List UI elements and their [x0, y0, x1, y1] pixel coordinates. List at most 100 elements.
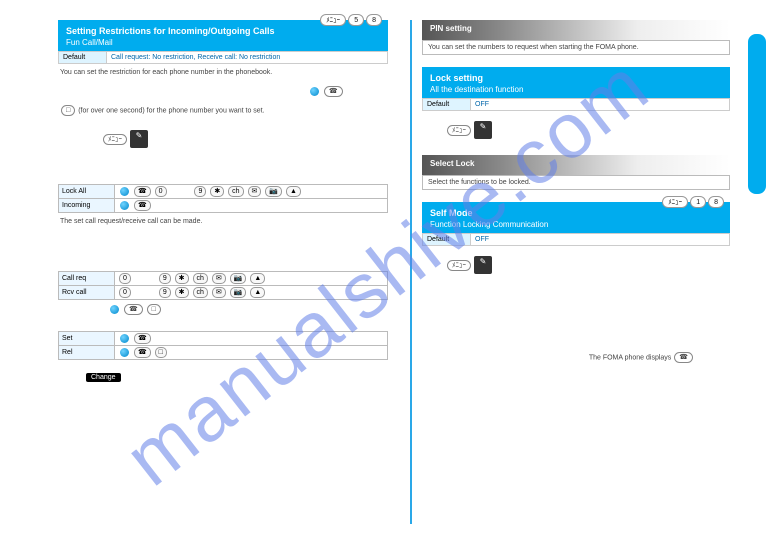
default-bar-1: Default Call request: No restriction, Re… [58, 51, 388, 64]
grad-header-2: Select Lock [422, 155, 730, 175]
step-1-line: □ (for over one second) for the phone nu… [58, 101, 388, 120]
key-pill-8: 8 [708, 196, 724, 208]
t1-r1-icons: ☎ 0 9 ✱ ch ✉ 📷 ▲ [115, 185, 388, 199]
key-9-icon: 9 [159, 273, 171, 284]
t1-r2-label: Incoming [59, 199, 115, 213]
line2: ☎ □ [58, 300, 388, 319]
table-3: Set ☎ Rel ☎ □ [58, 331, 388, 360]
left-header-1: ﾒﾆｭｰ 5 8 Setting Restrictions for Incomi… [58, 20, 388, 51]
header-sub: Fun Call/Mail [66, 38, 380, 47]
phone-icon: ☎ [134, 347, 151, 358]
desc-box-2: Select the functions to be locked. [422, 175, 730, 190]
phone-icon: ☎ [134, 333, 151, 344]
clear-icon: ch [193, 287, 208, 298]
key-0-icon: 0 [155, 186, 167, 197]
phone-icon: ☎ [134, 200, 151, 211]
key-9-icon: 9 [194, 186, 206, 197]
note-1: The set call request/receive call can be… [58, 213, 388, 231]
default-bar-2: Default OFF [422, 98, 730, 111]
up-icon: ▲ [250, 273, 265, 284]
step-2: ﾒﾆｭｰ [58, 126, 388, 152]
key-pill-1: 1 [690, 196, 706, 208]
body-text-1: You can set the restriction for each pho… [58, 64, 388, 82]
star-icon: ✱ [210, 186, 224, 197]
header-title: Self Mode [430, 208, 722, 218]
step-r3: ﾒﾆｭｰ [422, 252, 730, 278]
desc-box-1: You can set the numbers to request when … [422, 40, 730, 55]
t1-r1-label: Lock All [59, 185, 115, 199]
phone-icon: ☎ [134, 186, 151, 197]
settings-icon [474, 256, 492, 274]
key-icon: ☎ [124, 304, 143, 315]
header-title: Setting Restrictions for Incoming/Outgoi… [66, 26, 380, 36]
mail-icon: ✉ [248, 186, 262, 197]
phone-icon: ☎ [674, 352, 693, 363]
camera-icon: 📷 [230, 287, 247, 298]
key-icon: □ [155, 347, 167, 358]
t3-r1-icons: ☎ [115, 332, 388, 346]
menu-key-icon: ﾒﾆｭｰ [447, 260, 471, 271]
key-icon: □ [147, 304, 161, 315]
t1-r2-icons: ☎ [115, 199, 388, 213]
menu-key-icon: ﾒﾆｭｰ [103, 134, 127, 145]
bottom-line: The FOMA phone displays ☎ [422, 348, 730, 367]
key-pill-8: 8 [366, 14, 382, 26]
star-icon: ✱ [175, 273, 189, 284]
circle-icon [120, 348, 129, 357]
t3-r2-icons: ☎ □ [115, 346, 388, 360]
mail-icon: ✉ [212, 273, 226, 284]
column-divider [410, 20, 412, 524]
step-1: ☎ [58, 82, 388, 101]
header-sub: Function Locking Communication [430, 220, 722, 229]
t2-r2-icons: 0 9 ✱ ch ✉ 📷 ▲ [115, 285, 388, 299]
left-column: ﾒﾆｭｰ 5 8 Setting Restrictions for Incomi… [58, 20, 388, 384]
t2-r2-label: Rcv call [59, 285, 115, 299]
table-1: Lock All ☎ 0 9 ✱ ch ✉ 📷 ▲ Incoming ☎ [58, 184, 388, 213]
default-value: OFF [471, 234, 729, 245]
clear-icon: ch [193, 273, 208, 284]
up-icon: ▲ [286, 186, 301, 197]
right-header-3: ﾒﾆｭｰ 1 8 Self Mode Function Locking Comm… [422, 202, 730, 233]
circle-icon [120, 187, 129, 196]
key-9-icon: 9 [159, 287, 171, 298]
camera-icon: 📷 [230, 273, 247, 284]
menu-pill: ﾒﾆｭｰ [662, 196, 688, 208]
circle-icon [110, 305, 119, 314]
key-icon: □ [61, 105, 75, 116]
key-pill-5: 5 [348, 14, 364, 26]
up-icon: ▲ [250, 287, 265, 298]
default-label: Default [423, 234, 471, 245]
menu-pill: ﾒﾆｭｰ [320, 14, 346, 26]
right-header-2: Lock setting All the destination functio… [422, 67, 730, 98]
circle-icon [120, 201, 129, 210]
settings-icon [130, 130, 148, 148]
circle-icon [120, 334, 129, 343]
default-label: Default [59, 52, 107, 63]
header-sub: All the destination function [430, 85, 722, 94]
change-chip: Change [86, 373, 121, 382]
default-value: OFF [471, 99, 729, 110]
right-column: PIN setting You can set the numbers to r… [422, 20, 730, 367]
mail-icon: ✉ [212, 287, 226, 298]
t3-r2-label: Rel [59, 346, 115, 360]
key-0-icon: 0 [119, 273, 131, 284]
side-tab [748, 34, 766, 194]
clear-icon: ch [228, 186, 243, 197]
default-bar-3: Default OFF [422, 233, 730, 246]
grad-header-1: PIN setting [422, 20, 730, 40]
nav-circle-icon [310, 87, 319, 96]
step-r2: ﾒﾆｭｰ [422, 117, 730, 143]
key-0-icon: 0 [119, 287, 131, 298]
default-value: Call request: No restriction, Receive ca… [107, 52, 387, 63]
phone-icon: ☎ [324, 86, 343, 97]
t2-r1-icons: 0 9 ✱ ch ✉ 📷 ▲ [115, 271, 388, 285]
table-2: Call req 0 9 ✱ ch ✉ 📷 ▲ Rcv call 0 9 ✱ c… [58, 271, 388, 300]
header-title: Lock setting [430, 73, 722, 83]
t3-r1-label: Set [59, 332, 115, 346]
menu-key-icon: ﾒﾆｭｰ [447, 125, 471, 136]
default-label: Default [423, 99, 471, 110]
settings-icon [474, 121, 492, 139]
star-icon: ✱ [175, 287, 189, 298]
camera-icon: 📷 [265, 186, 282, 197]
t2-r1-label: Call req [59, 271, 115, 285]
